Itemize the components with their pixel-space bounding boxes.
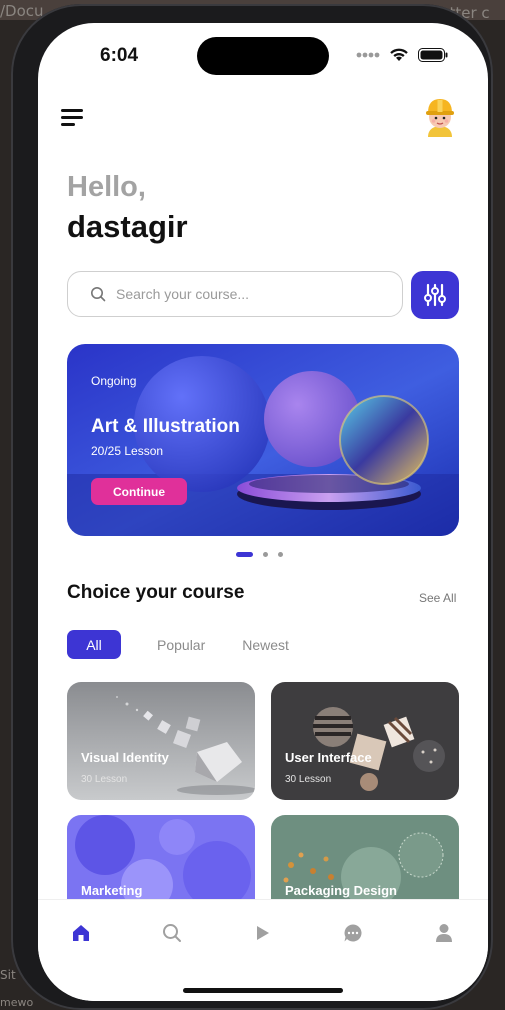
home-icon[interactable] (68, 920, 94, 946)
sliders-icon (424, 283, 446, 307)
carousel-dot-active[interactable] (236, 552, 253, 557)
dynamic-island (197, 37, 329, 75)
profile-icon[interactable] (431, 920, 457, 946)
status-icons (356, 47, 448, 62)
greeting-hello: Hello, (67, 171, 146, 203)
carousel-indicator (236, 552, 283, 557)
app-screen: 6:04 Hello, dastagir Search your course.… (38, 23, 488, 1001)
carousel-dot[interactable] (278, 552, 283, 557)
battery-icon (418, 47, 448, 62)
avatar-icon[interactable] (422, 91, 458, 141)
search-bar[interactable] (67, 271, 403, 317)
course-card-visual-identity[interactable]: Visual Identity 30 Lesson (67, 682, 255, 800)
desktop-text: mewo (0, 996, 34, 1009)
banner-course-title: Art & Illustration (91, 416, 240, 437)
search-input[interactable] (114, 285, 388, 303)
course-card-title: Visual Identity (81, 750, 169, 765)
desktop-text: Sit (0, 968, 16, 982)
chat-icon[interactable] (340, 920, 366, 946)
banner-lesson-progress: 20/25 Lesson (91, 444, 164, 458)
course-card-title: Marketing (81, 883, 143, 898)
cellular-signal-icon (356, 52, 380, 57)
phone-frame: 6:04 Hello, dastagir Search your course.… (11, 4, 493, 1010)
course-filter-tabs: All Popular Newest (67, 630, 289, 659)
course-card-lessons: 30 Lesson (81, 774, 128, 785)
filter-tab-popular[interactable]: Popular (157, 637, 205, 653)
bottom-navigation (38, 899, 488, 1001)
ongoing-course-banner[interactable]: Ongoing Art & Illustration 20/25 Lesson … (67, 344, 459, 536)
search-icon[interactable] (159, 920, 185, 946)
wifi-icon (390, 48, 408, 61)
section-title: Choice your course (67, 582, 245, 603)
filter-button[interactable] (411, 271, 459, 319)
continue-button[interactable]: Continue (91, 478, 187, 505)
home-indicator (183, 988, 343, 993)
course-card-user-interface[interactable]: User Interface 30 Lesson (271, 682, 459, 800)
course-card-title: User Interface (285, 750, 372, 765)
carousel-dot[interactable] (263, 552, 268, 557)
play-icon[interactable] (249, 920, 275, 946)
course-card-lessons: 30 Lesson (285, 774, 332, 785)
banner-status-tag: Ongoing (91, 374, 137, 388)
course-card-title: Packaging Design (285, 883, 397, 898)
filter-tab-newest[interactable]: Newest (242, 637, 289, 653)
search-icon (91, 287, 106, 302)
filter-tab-all[interactable]: All (67, 630, 121, 659)
greeting-username: dastagir (67, 209, 188, 244)
banner-artwork (67, 344, 459, 536)
hamburger-menu-icon[interactable] (61, 109, 85, 127)
desktop-text: /Docu (0, 2, 44, 20)
status-time: 6:04 (100, 45, 139, 66)
see-all-link[interactable]: See All (419, 591, 456, 605)
